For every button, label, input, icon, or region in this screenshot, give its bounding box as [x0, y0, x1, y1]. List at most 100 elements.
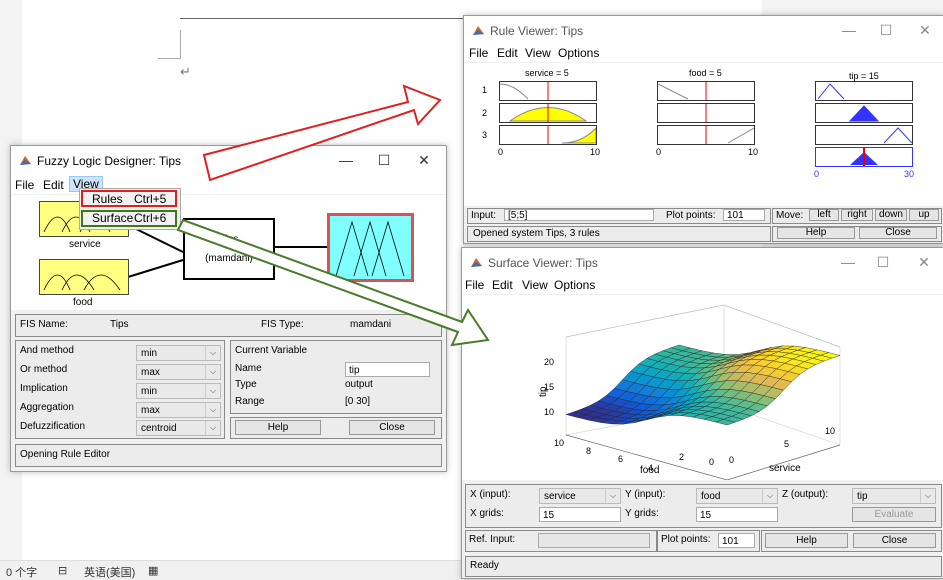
- ruleviewer-buttons-panel: Help Close: [772, 226, 942, 242]
- fis-name-label: FIS Name:: [20, 319, 68, 330]
- help-button[interactable]: Help: [235, 420, 321, 435]
- designer-titlebar[interactable]: Fuzzy Logic Designer: Tips — ☐ ✕: [11, 146, 446, 176]
- ruleviewer-status-text: Opened system Tips, 3 rules: [473, 228, 600, 239]
- surface-plot: 20 15 10 tip 10 8 6 4 2 0 food 0 5 10 se…: [538, 304, 841, 481]
- food-tick-2: 2: [679, 452, 684, 462]
- surfaceviewer-titlebar[interactable]: Surface Viewer: Tips — ☐ ✕: [462, 248, 943, 278]
- move-left-button[interactable]: left: [809, 209, 839, 221]
- input-value-field[interactable]: [5;5]: [504, 209, 654, 221]
- move-down-button[interactable]: down: [875, 209, 907, 221]
- minimize-button[interactable]: —: [839, 22, 859, 38]
- proofing-icon[interactable]: ⊟: [58, 564, 67, 577]
- close-window-button[interactable]: ✕: [915, 22, 935, 39]
- word-count[interactable]: 0 个字: [6, 564, 37, 580]
- output-tip-block[interactable]: [327, 213, 414, 282]
- move-right-button[interactable]: right: [841, 209, 873, 221]
- y-grids-field[interactable]: 15: [696, 507, 778, 522]
- surface-help-button[interactable]: Help: [765, 533, 848, 548]
- rule-system-block[interactable]: Tips (mamdani): [183, 218, 275, 280]
- menu-file[interactable]: File: [15, 178, 34, 192]
- surface-plot-points-field[interactable]: 101: [718, 533, 755, 548]
- language-indicator[interactable]: 英语(美国): [84, 564, 135, 580]
- ruleviewer-help-button[interactable]: Help: [777, 227, 855, 239]
- menu-view[interactable]: View: [525, 46, 551, 60]
- rule1-food-mf[interactable]: [657, 81, 755, 101]
- menu-edit[interactable]: Edit: [43, 178, 64, 192]
- evaluate-button[interactable]: Evaluate: [852, 507, 936, 522]
- rule3-food-mf[interactable]: [657, 125, 755, 145]
- aggregation-select[interactable]: max ⌵: [136, 402, 221, 418]
- plot-points-field[interactable]: 101: [723, 209, 765, 221]
- designer-buttons-panel: Help Close: [230, 417, 442, 439]
- keyboard-icon[interactable]: ▦: [148, 564, 158, 577]
- maximize-button[interactable]: ☐: [374, 152, 394, 169]
- move-up-button[interactable]: up: [909, 209, 939, 221]
- and-method-select[interactable]: min ⌵: [136, 345, 221, 361]
- variable-name-field[interactable]: tip: [345, 362, 430, 377]
- minimize-button[interactable]: —: [336, 152, 356, 168]
- surface-plot-points-label: Plot points:: [661, 534, 711, 545]
- ruleviewer-close-button[interactable]: Close: [859, 227, 937, 239]
- close-window-button[interactable]: ✕: [914, 254, 934, 271]
- rule2-tip-mf[interactable]: [815, 103, 913, 123]
- y-input-select[interactable]: food ⌵: [696, 488, 778, 504]
- fuzzy-logic-designer-window: Fuzzy Logic Designer: Tips — ☐ ✕ File Ed…: [10, 145, 447, 472]
- minimize-button[interactable]: —: [838, 254, 858, 270]
- rule2-service-mf[interactable]: [499, 103, 597, 123]
- or-method-select[interactable]: max ⌵: [136, 364, 221, 380]
- food-axis-max: 10: [748, 147, 759, 157]
- surface-plot-area[interactable]: 20 15 10 tip 10 8 6 4 2 0 food 0 5 10 se…: [462, 295, 943, 481]
- implication-label: Implication: [20, 383, 68, 394]
- menu-view[interactable]: View: [522, 278, 548, 292]
- maximize-button[interactable]: ☐: [876, 22, 896, 39]
- menu-item-surface[interactable]: Surface: [92, 211, 133, 225]
- service-tick-0: 0: [729, 455, 734, 465]
- menu-options[interactable]: Options: [554, 278, 595, 292]
- input-food-block[interactable]: [39, 259, 129, 295]
- chevron-down-icon: ⌵: [205, 365, 220, 379]
- close-button[interactable]: Close: [349, 420, 435, 435]
- rule-row-1: 1: [482, 85, 488, 95]
- ref-input-label: Ref. Input:: [469, 534, 516, 545]
- surface-status-text: Ready: [470, 560, 499, 571]
- maximize-button[interactable]: ☐: [873, 254, 893, 271]
- y-axis-label: service: [769, 463, 801, 474]
- service-axis-max: 10: [590, 147, 601, 157]
- food-tick-8: 8: [586, 446, 591, 456]
- x-input-select[interactable]: service ⌵: [539, 488, 621, 504]
- rule2-food-mf[interactable]: [657, 103, 755, 123]
- aggregate-tip-mf[interactable]: [815, 147, 913, 167]
- rule-row-2: 2: [482, 108, 488, 118]
- rule3-tip-mf[interactable]: [815, 125, 913, 145]
- implication-value: min: [141, 386, 158, 397]
- surface-close-button[interactable]: Close: [853, 533, 936, 548]
- plot-points-label: Plot points:: [666, 210, 716, 221]
- variable-type-value: output: [345, 379, 373, 390]
- rule1-service-mf[interactable]: [499, 81, 597, 101]
- aggregation-label: Aggregation: [20, 402, 74, 413]
- menu-edit[interactable]: Edit: [497, 46, 518, 60]
- z-output-select[interactable]: tip ⌵: [852, 488, 936, 504]
- z-tick-20: 20: [544, 357, 554, 367]
- menu-file[interactable]: File: [469, 46, 488, 60]
- menu-options[interactable]: Options: [558, 46, 599, 60]
- food-mf-icon: [43, 274, 121, 291]
- implication-select[interactable]: min ⌵: [136, 383, 221, 399]
- tip-axis-min: 0: [814, 169, 820, 179]
- rule3-service-mf[interactable]: [499, 125, 597, 145]
- x-input-label: X (input):: [470, 489, 511, 500]
- close-window-button[interactable]: ✕: [414, 152, 434, 169]
- menu-edit[interactable]: Edit: [492, 278, 513, 292]
- designer-title: Fuzzy Logic Designer: Tips: [37, 154, 182, 168]
- rule1-tip-mf[interactable]: [815, 81, 913, 101]
- defuzzification-select[interactable]: centroid ⌵: [136, 420, 221, 436]
- or-method-label: Or method: [20, 364, 68, 375]
- ref-input-field[interactable]: [538, 533, 650, 548]
- menu-file[interactable]: File: [465, 278, 484, 292]
- menu-item-rules[interactable]: Rules: [92, 192, 123, 206]
- designer-menubar: File Edit View: [11, 176, 446, 194]
- ruleviewer-titlebar[interactable]: Rule Viewer: Tips — ☐ ✕: [464, 16, 943, 46]
- y-input-label: Y (input):: [625, 489, 666, 500]
- x-grids-field[interactable]: 15: [539, 507, 621, 522]
- service-tick-10: 10: [825, 426, 835, 436]
